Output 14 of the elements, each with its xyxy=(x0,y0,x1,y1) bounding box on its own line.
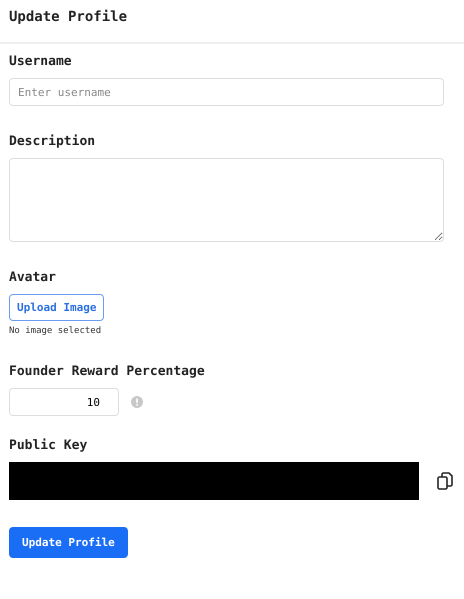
field-label: Public Key xyxy=(9,438,88,453)
page-title: Update Profile xyxy=(9,9,128,25)
description-field[interactable] xyxy=(9,158,444,242)
field-label: Description xyxy=(9,134,96,149)
info-icon[interactable] xyxy=(131,396,143,408)
copy-icon[interactable] xyxy=(437,472,453,490)
number-field[interactable]: 10 xyxy=(9,388,119,416)
field-label: Username xyxy=(9,54,73,69)
update-profile-button[interactable]: Update Profile xyxy=(9,527,128,558)
field-label: Avatar xyxy=(9,270,57,285)
status-text: No image selected xyxy=(9,326,102,336)
field-label: Founder Reward Percentage xyxy=(9,364,206,379)
username-field[interactable]: Enter username xyxy=(9,78,444,106)
upload-button[interactable]: Upload Image xyxy=(9,294,104,321)
